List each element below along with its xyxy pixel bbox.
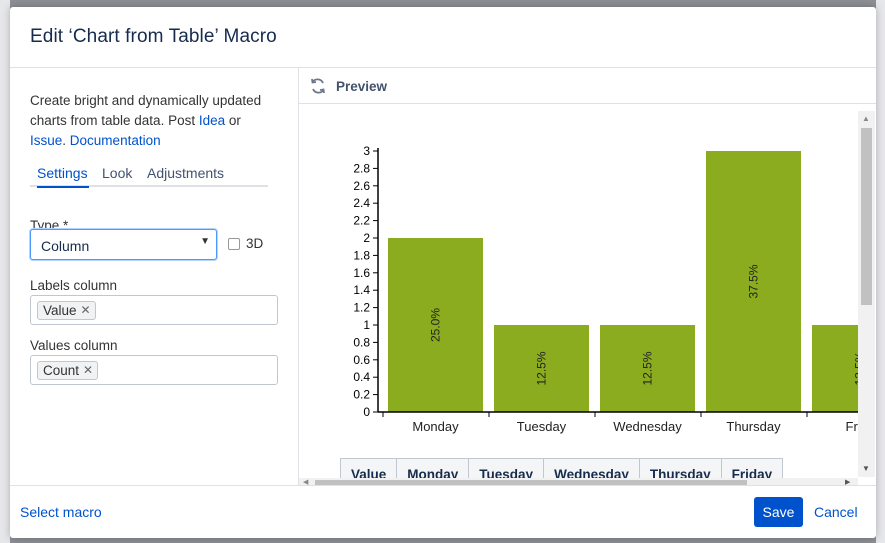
labels-column-label: Labels column: [30, 278, 118, 293]
scroll-right-icon[interactable]: ▶: [845, 478, 850, 485]
dialog-title: Edit ‘Chart from Table’ Macro: [30, 26, 277, 47]
vertical-scroll-thumb[interactable]: [861, 128, 872, 305]
type-select[interactable]: Column ▼: [30, 229, 217, 260]
documentation-link[interactable]: Documentation: [70, 133, 161, 148]
values-column-label: Values column: [30, 338, 118, 353]
x-tick-label: Tuesday: [517, 419, 567, 434]
edit-macro-dialog: Edit ‘Chart from Table’ Macro Create bri…: [10, 7, 876, 538]
y-tick-label: 2.4: [353, 196, 370, 210]
labels-column-field[interactable]: Value ✕: [30, 295, 278, 325]
bar-data-label: 25.0%: [429, 308, 443, 342]
y-tick-label: 0: [363, 405, 370, 419]
x-tick-label: Monday: [412, 419, 459, 434]
preview-label: Preview: [336, 79, 388, 94]
values-column-tag-text: Count: [43, 363, 80, 378]
preview-area: 0 0.2 0.4 0.6 0.8 1 1.2 1.4 1.6 1.8 2 2.2 2.4 2.6 2.8 3…: [299, 105, 876, 485]
y-tick-label: 0.2: [353, 388, 370, 402]
macro-description: Create bright and dynamically updated ch…: [30, 91, 280, 151]
preview-toolbar: Preview: [299, 68, 876, 104]
y-tick-label: 0.4: [353, 370, 370, 384]
type-select-value: Column: [41, 238, 90, 254]
vertical-scrollbar[interactable]: ▲ ▼: [858, 111, 875, 477]
dialog-header: Edit ‘Chart from Table’ Macro: [10, 7, 876, 68]
remove-tag-icon[interactable]: ✕: [80, 302, 90, 319]
tab-look[interactable]: Look: [102, 165, 132, 181]
scroll-left-icon[interactable]: ◀: [303, 478, 308, 485]
labels-column-tag: Value ✕: [37, 301, 96, 320]
bar-data-label: 12.5%: [641, 351, 655, 385]
scroll-up-icon[interactable]: ▲: [862, 114, 870, 123]
3d-checkbox[interactable]: [228, 238, 240, 250]
active-tab-indicator: [37, 186, 89, 188]
idea-link[interactable]: Idea: [199, 113, 225, 128]
labels-column-tag-text: Value: [43, 303, 77, 318]
y-tick-label: 2.2: [353, 214, 370, 228]
values-column-tag: Count ✕: [37, 361, 99, 380]
y-tick-label: 2: [363, 231, 370, 245]
3d-label: 3D: [246, 236, 264, 251]
description-separator: .: [62, 133, 70, 148]
remove-tag-icon[interactable]: ✕: [83, 362, 93, 379]
horizontal-scrollbar[interactable]: ◀ ▶: [299, 478, 858, 485]
y-tick-label: 1.2: [353, 301, 370, 315]
y-tick-label: 2.6: [353, 179, 370, 193]
cancel-link[interactable]: Cancel: [814, 504, 858, 520]
y-tick-label: 3: [363, 144, 370, 158]
y-tick-label: 1.8: [353, 248, 370, 262]
tab-settings[interactable]: Settings: [37, 165, 88, 181]
y-tick-label: 1: [363, 318, 370, 332]
scroll-down-icon[interactable]: ▼: [862, 464, 870, 473]
issue-link[interactable]: Issue: [30, 133, 62, 148]
y-tick-label: 2.8: [353, 161, 370, 175]
preview-panel: Preview 0 0.2 0.4 0.6 0.8 1 1.2 1.4 1.6 1.8 2 2.2 2.…: [298, 68, 876, 485]
x-tick-label: Thursday: [726, 419, 781, 434]
values-column-field[interactable]: Count ✕: [30, 355, 278, 385]
y-tick-label: 0.6: [353, 353, 370, 367]
description-or: or: [225, 113, 241, 128]
refresh-icon[interactable]: [309, 77, 327, 95]
settings-tabs: Settings Look Adjustments: [30, 165, 268, 188]
y-tick-label: 1.6: [353, 266, 370, 280]
x-tick-label: Wednesday: [613, 419, 682, 434]
y-tick-label: 0.8: [353, 335, 370, 349]
save-button[interactable]: Save: [754, 497, 803, 527]
bar-data-label: 12.5%: [535, 351, 549, 385]
chevron-down-icon: ▼: [200, 236, 210, 247]
dialog-footer: Select macro Save Cancel: [10, 485, 876, 538]
background-page: [876, 0, 885, 543]
select-macro-link[interactable]: Select macro: [20, 504, 102, 520]
tab-adjustments[interactable]: Adjustments: [147, 165, 224, 181]
settings-panel: Create bright and dynamically updated ch…: [10, 68, 298, 485]
bar-data-label: 37.5%: [747, 264, 761, 298]
background-page: [0, 0, 10, 543]
column-chart: 0 0.2 0.4 0.6 0.8 1 1.2 1.4 1.6 1.8 2 2.2 2.4 2.6 2.8 3…: [353, 144, 860, 434]
y-tick-label: 1.4: [353, 283, 370, 297]
x-tick-label: Fri: [846, 419, 860, 434]
